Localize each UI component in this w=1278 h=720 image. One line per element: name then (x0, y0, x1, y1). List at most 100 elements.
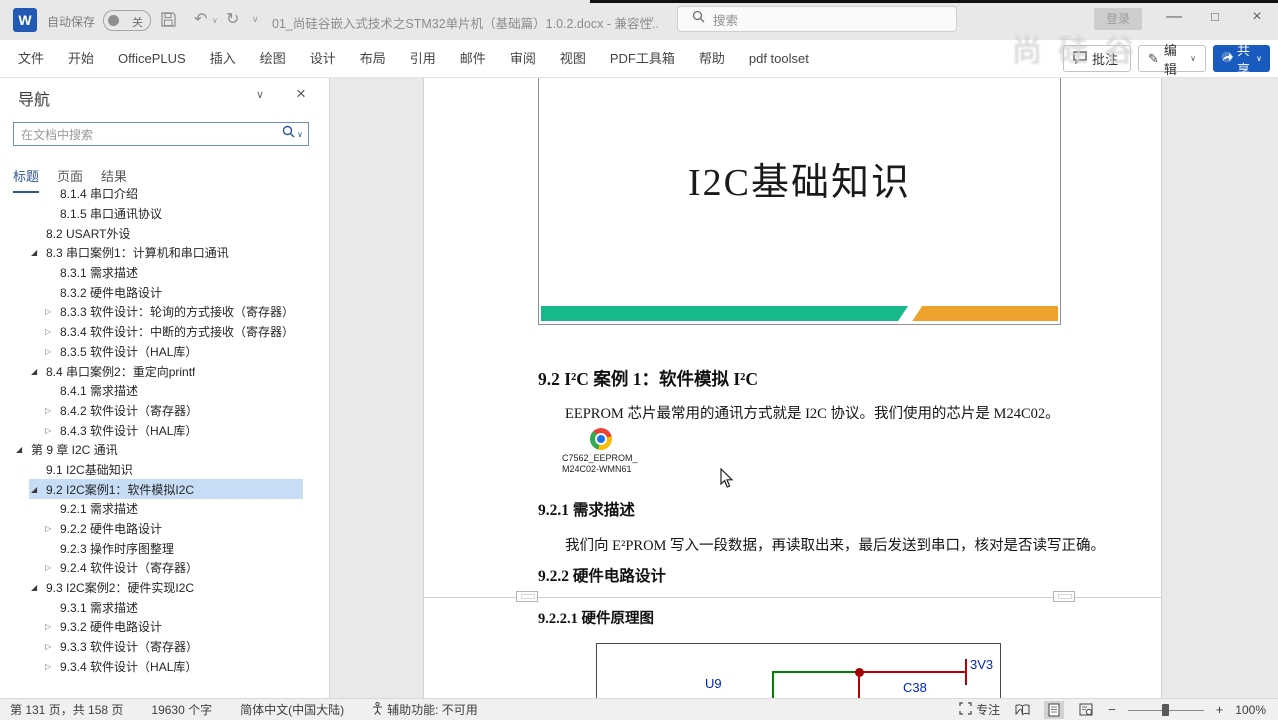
ribbon-tab[interactable]: 引用 (398, 40, 448, 78)
maximize-button[interactable]: □ (1198, 0, 1232, 34)
nav-expand-arrow-icon[interactable]: ▷ (45, 622, 60, 631)
undo-caret-icon[interactable]: ∨ (212, 16, 218, 25)
ribbon-tab[interactable]: 帮助 (687, 40, 737, 78)
nav-item[interactable]: 8.2 USART外设 (0, 223, 329, 243)
slide-image[interactable]: I2C基础知识 (538, 78, 1061, 325)
nav-expand-arrow-icon[interactable]: ▷ (45, 327, 60, 336)
print-layout-button[interactable] (1044, 700, 1065, 719)
nav-item[interactable]: ▷ 8.3.3 软件设计：轮询的方式接收（寄存器） (0, 302, 329, 322)
zoom-in-button[interactable]: + (1216, 702, 1224, 717)
ribbon-tab[interactable]: 视图 (548, 40, 598, 78)
ribbon-tab[interactable]: PDF工具箱 (598, 40, 687, 78)
nav-expand-arrow-icon[interactable]: ▷ (45, 347, 60, 356)
heading-9-2-2[interactable]: 9.2.2 硬件电路设计 (538, 564, 666, 586)
nav-item[interactable]: ▷ 9.3.3 软件设计（寄存器） (0, 637, 329, 657)
nav-item[interactable]: ◢ 9.3 I2C案例2：硬件实现I2C (0, 578, 329, 598)
nav-collapse-icon[interactable]: ∨ (256, 88, 264, 101)
nav-pane-title: 导航 (18, 92, 51, 109)
nav-item[interactable]: 9.3.1 需求描述 (0, 597, 329, 617)
nav-expand-arrow-icon[interactable]: ▷ (45, 563, 60, 572)
nav-item[interactable]: 9.2.1 需求描述 (0, 499, 329, 519)
focus-mode-button[interactable]: 专注 (959, 701, 1000, 718)
nav-item[interactable]: ▷ 9.2.2 硬件电路设计 (0, 519, 329, 539)
ribbon-tab[interactable]: 邮件 (448, 40, 498, 78)
document-page[interactable]: I2C基础知识 9.2 I²C 案例 1：软件模拟 I²C EEPROM 芯片最… (423, 78, 1162, 698)
ribbon-tab[interactable]: 设计 (298, 40, 348, 78)
nav-item[interactable]: ▷ 9.3.2 硬件电路设计 (0, 617, 329, 637)
paragraph-9-2-1[interactable]: 我们向 E²PROM 写入一段数据，再读取出来，最后发送到串口，核对是否读写正确… (565, 534, 1105, 555)
title-caret-icon[interactable]: ∨ (648, 14, 655, 25)
heading-9-2[interactable]: 9.2 I²C 案例 1：软件模拟 I²C (538, 366, 758, 391)
nav-item[interactable]: ◢ 9.2 I2C案例1：软件模拟I2C (0, 479, 329, 499)
nav-item[interactable]: 8.1.4 串口介绍 (0, 184, 329, 204)
embedded-file-object[interactable]: C7562_EEPROM_ M24C02-WMN61 (562, 428, 672, 475)
nav-expand-arrow-icon[interactable]: ▷ (45, 307, 60, 316)
nav-item[interactable]: ▷ 8.3.5 软件设计（HAL库） (0, 342, 329, 362)
editing-mode-button[interactable]: ✎ 编辑 ∨ (1138, 43, 1206, 77)
ribbon-tab[interactable]: OfficePLUS (106, 40, 198, 78)
autosave-toggle[interactable]: 关 (103, 10, 151, 31)
undo-icon[interactable]: ↶ (194, 9, 207, 29)
quick-access-caret-icon[interactable]: ∨ (252, 14, 259, 25)
accessibility-status[interactable]: 辅助功能: 不可用 (372, 701, 478, 718)
ribbon-tab[interactable]: 审阅 (498, 40, 548, 78)
circuit-wire-red-h (863, 671, 965, 673)
nav-item[interactable]: 9.2.3 操作时序图整理 (0, 538, 329, 558)
nav-item[interactable]: 8.3.1 需求描述 (0, 263, 329, 283)
nav-item[interactable]: 8.1.5 串口通讯协议 (0, 204, 329, 224)
minimize-button[interactable]: — (1157, 0, 1191, 34)
redo-icon[interactable]: ↻ (226, 9, 239, 29)
nav-item[interactable]: ◢ 8.3 串口案例1：计算机和串口通讯 (0, 243, 329, 263)
nav-search-input[interactable]: 在文档中搜索 ∨ (13, 122, 309, 146)
nav-search-icon[interactable] (282, 125, 295, 143)
web-layout-button[interactable] (1076, 701, 1096, 719)
close-button[interactable]: × (1240, 0, 1274, 34)
login-button[interactable]: 登录 (1094, 8, 1142, 30)
nav-collapse-arrow-icon[interactable]: ◢ (31, 248, 46, 257)
paragraph-9-2[interactable]: EEPROM 芯片最常用的通讯方式就是 I2C 协议。我们使用的芯片是 M24C… (565, 402, 1060, 423)
nav-expand-arrow-icon[interactable]: ▷ (45, 642, 60, 651)
nav-close-icon[interactable]: × (296, 84, 306, 104)
nav-collapse-arrow-icon[interactable]: ◢ (31, 485, 46, 494)
ribbon-tab[interactable]: 绘图 (248, 40, 298, 78)
nav-item[interactable]: 8.3.2 硬件电路设计 (0, 282, 329, 302)
word-count-status[interactable]: 19630 个字 (151, 701, 212, 718)
zoom-level[interactable]: 100% (1235, 703, 1266, 717)
nav-expand-arrow-icon[interactable]: ▷ (45, 406, 60, 415)
nav-item[interactable]: ▷ 8.3.4 软件设计：中断的方式接收（寄存器） (0, 322, 329, 342)
save-icon[interactable] (160, 11, 177, 33)
heading-9-2-1[interactable]: 9.2.1 需求描述 (538, 498, 635, 520)
page-number-status[interactable]: 第 131 页，共 158 页 (10, 701, 123, 718)
nav-item[interactable]: ▷ 9.3.4 软件设计（HAL库） (0, 657, 329, 677)
circuit-schematic-image[interactable]: U9 3V3 C38 (596, 643, 1001, 698)
comments-button[interactable]: 批注 (1063, 45, 1131, 72)
read-mode-button[interactable] (1012, 701, 1032, 719)
nav-collapse-arrow-icon[interactable]: ◢ (31, 583, 46, 592)
search-input[interactable]: 搜索 (677, 6, 957, 32)
nav-expand-arrow-icon[interactable]: ▷ (45, 426, 60, 435)
heading-9-2-2-1[interactable]: 9.2.2.1 硬件原理图 (538, 607, 654, 628)
share-button[interactable]: 共享 ∨ (1213, 43, 1270, 77)
ribbon-tab[interactable]: pdf toolset (737, 40, 821, 78)
ribbon-tab[interactable]: 插入 (198, 40, 248, 78)
ribbon-tab[interactable]: 开始 (56, 40, 106, 78)
zoom-out-button[interactable]: − (1108, 702, 1116, 717)
nav-item[interactable]: 8.4.1 需求描述 (0, 381, 329, 401)
word-app-icon[interactable]: W (13, 8, 37, 32)
nav-expand-arrow-icon[interactable]: ▷ (45, 524, 60, 533)
ribbon-tab[interactable]: 布局 (348, 40, 398, 78)
nav-item[interactable]: ◢ 8.4 串口案例2：重定向printf (0, 361, 329, 381)
zoom-slider-thumb[interactable] (1161, 703, 1169, 716)
nav-search-caret-icon[interactable]: ∨ (297, 130, 303, 139)
ribbon-tab[interactable]: 文件 (6, 40, 56, 78)
nav-item[interactable]: ▷ 8.4.3 软件设计（HAL库） (0, 420, 329, 440)
nav-item[interactable]: ▷ 8.4.2 软件设计（寄存器） (0, 401, 329, 421)
nav-collapse-arrow-icon[interactable]: ◢ (31, 367, 46, 376)
nav-expand-arrow-icon[interactable]: ▷ (45, 662, 60, 671)
nav-item[interactable]: 9.1 I2C基础知识 (0, 460, 329, 480)
nav-collapse-arrow-icon[interactable]: ◢ (16, 445, 31, 454)
zoom-slider[interactable] (1127, 703, 1204, 717)
language-status[interactable]: 简体中文(中国大陆) (240, 701, 344, 718)
nav-item[interactable]: ▷ 9.2.4 软件设计（寄存器） (0, 558, 329, 578)
nav-item[interactable]: ◢ 第 9 章 I2C 通讯 (0, 440, 329, 460)
